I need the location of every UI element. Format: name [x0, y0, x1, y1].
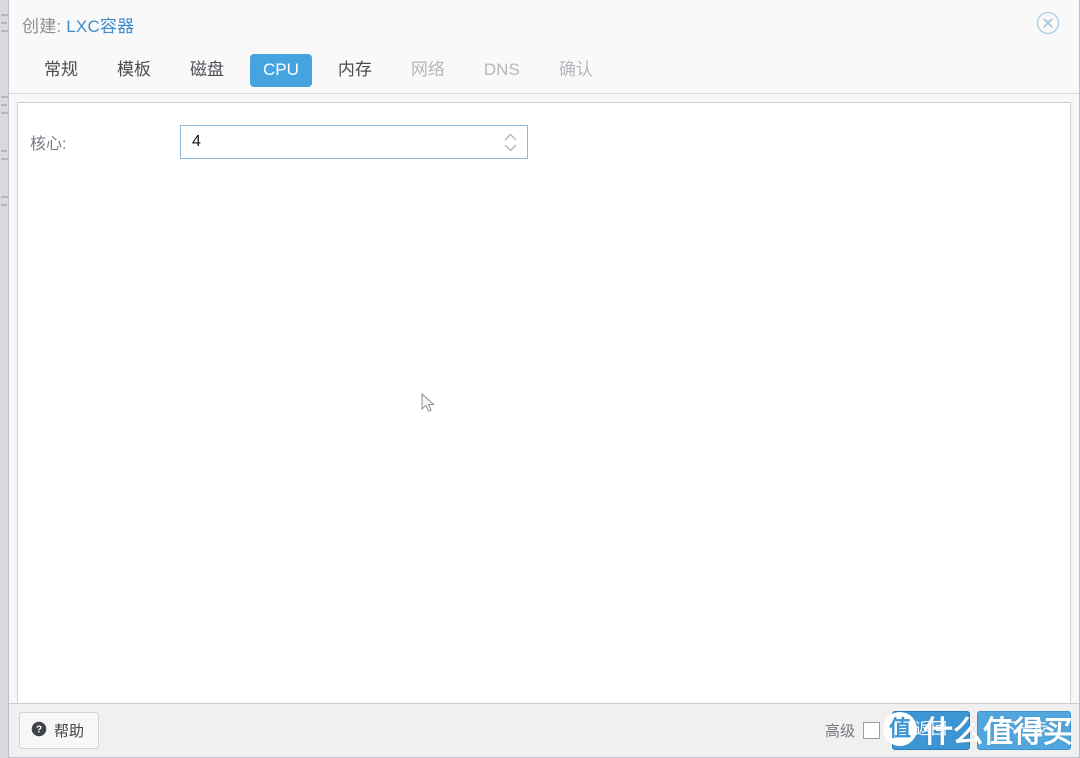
dialog-title-main: LXC容器 [66, 16, 135, 36]
svg-text:?: ? [36, 724, 42, 735]
tab-disks[interactable]: 磁盘 [177, 54, 237, 86]
advanced-label: 高级 [824, 722, 855, 740]
back-button[interactable]: 返回 [891, 711, 970, 750]
next-button[interactable]: 下一步 [976, 711, 1071, 750]
page-title: 创建: LXC容器 [22, 12, 134, 37]
tab-memory[interactable]: 内存 [325, 54, 385, 86]
footer-right-group: 高级 返回 下一步 [825, 711, 1071, 750]
dialog-footer-toolbar: ? 帮助 高级 返回 下一步 值 什么值得买 [9, 703, 1079, 757]
tab-general[interactable]: 常规 [31, 54, 91, 86]
mouse-cursor [421, 392, 437, 415]
help-button[interactable]: ? 帮助 [19, 712, 100, 749]
tab-dns: DNS [483, 60, 520, 80]
cores-spinner[interactable] [501, 129, 519, 155]
tab-template[interactable]: 模板 [104, 54, 164, 86]
cores-form-row: 核心: [18, 125, 1070, 159]
chevron-down-icon[interactable] [504, 144, 517, 152]
tab-confirm: 确认 [558, 60, 593, 80]
cores-input[interactable] [181, 126, 527, 158]
cores-label: 核心: [30, 136, 67, 153]
tab-cpu[interactable]: CPU [250, 54, 312, 87]
dialog-title-prefix: 创建: [22, 16, 62, 36]
advanced-checkbox[interactable] [862, 721, 880, 739]
dialog-tabbar: 常规 模板 磁盘 CPU 内存 网络 DNS 确认 [9, 48, 1079, 94]
cpu-settings-panel: 核心: [17, 102, 1071, 703]
question-circle-icon: ? [31, 721, 47, 741]
chevron-up-icon[interactable] [504, 133, 517, 141]
tab-network: 网络 [410, 60, 445, 80]
close-icon[interactable] [1033, 8, 1063, 38]
cores-field-wrapper [180, 125, 528, 159]
dialog-titlebar: 创建: LXC容器 [9, 0, 1079, 48]
create-lxc-container-dialog: 创建: LXC容器 常规 模板 磁盘 CPU 内存 网络 DNS 确认 核心: [8, 0, 1080, 758]
help-button-label: 帮助 [54, 723, 85, 740]
